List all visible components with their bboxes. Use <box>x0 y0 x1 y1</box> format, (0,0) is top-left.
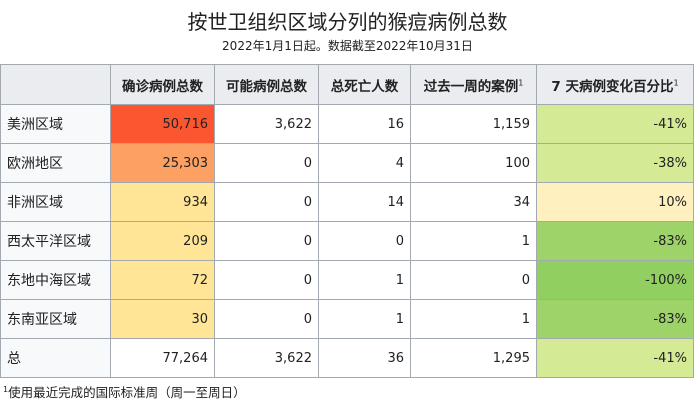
confirmed-cell: 25,303 <box>110 143 215 183</box>
region-name: 总 <box>0 338 111 378</box>
title-block: 按世卫组织区域分列的猴痘病例总数 2022年1月1日起。数据截至2022年10月… <box>0 0 695 62</box>
region-name: 非洲区域 <box>0 182 111 222</box>
change-cell: -41% <box>536 338 694 378</box>
header-7day-change: 7 天病例变化百分比1 <box>536 64 694 105</box>
change-cell: -83% <box>536 221 694 261</box>
deaths-cell: 4 <box>318 143 411 183</box>
table-row: 非洲区域 934 0 14 34 10% <box>0 182 694 222</box>
probable-cell: 0 <box>214 299 319 339</box>
table-row: 美洲区域 50,716 3,622 16 1,159 -41% <box>0 104 694 144</box>
deaths-cell: 0 <box>318 221 411 261</box>
past-week-cell: 100 <box>410 143 537 183</box>
past-week-cell: 1,159 <box>410 104 537 144</box>
deaths-cell: 1 <box>318 260 411 300</box>
region-name: 东南亚区域 <box>0 299 111 339</box>
confirmed-cell: 209 <box>110 221 215 261</box>
table-subtitle: 2022年1月1日起。数据截至2022年10月31日 <box>222 39 473 53</box>
change-cell: -41% <box>536 104 694 144</box>
header-past-week: 过去一周的案例1 <box>410 64 537 105</box>
header-past-week-label: 过去一周的案例 <box>423 78 519 95</box>
probable-cell: 3,622 <box>214 104 319 144</box>
confirmed-cell: 72 <box>110 260 215 300</box>
table-title: 按世卫组织区域分列的猴痘病例总数 <box>187 10 508 34</box>
confirmed-cell: 30 <box>110 299 215 339</box>
table-row: 欧洲地区 25,303 0 4 100 -38% <box>0 143 694 183</box>
header-deaths: 总死亡人数 <box>318 64 411 105</box>
footnote: 1使用最近完成的国际标准周（周一至周日） <box>3 382 246 401</box>
past-week-cell: 34 <box>410 182 537 222</box>
table-row: 东地中海区域 72 0 1 0 -100% <box>0 260 694 300</box>
change-cell: 10% <box>536 182 694 222</box>
past-week-cell: 0 <box>410 260 537 300</box>
region-name: 西太平洋区域 <box>0 221 111 261</box>
change-cell: -100% <box>536 260 694 300</box>
header-corner <box>0 64 111 105</box>
header-probable: 可能病例总数 <box>214 64 319 105</box>
probable-cell: 3,622 <box>214 338 319 378</box>
footnote-text: 使用最近完成的国际标准周（周一至周日） <box>8 385 246 401</box>
change-cell: -83% <box>536 299 694 339</box>
probable-cell: 0 <box>214 221 319 261</box>
past-week-cell: 1 <box>410 221 537 261</box>
table-row: 东南亚区域 30 0 1 1 -83% <box>0 299 694 339</box>
region-name: 东地中海区域 <box>0 260 111 300</box>
table-row: 西太平洋区域 209 0 0 1 -83% <box>0 221 694 261</box>
probable-cell: 0 <box>214 182 319 222</box>
region-name: 美洲区域 <box>0 104 111 144</box>
confirmed-cell: 77,264 <box>110 338 215 378</box>
header-confirmed: 确诊病例总数 <box>110 64 215 105</box>
probable-cell: 0 <box>214 143 319 183</box>
probable-cell: 0 <box>214 260 319 300</box>
footnote-marker: 1 <box>673 78 679 87</box>
deaths-cell: 1 <box>318 299 411 339</box>
deaths-cell: 36 <box>318 338 411 378</box>
past-week-cell: 1,295 <box>410 338 537 378</box>
footnote-marker: 1 <box>518 78 524 87</box>
header-7day-change-label: 7 天病例变化百分比 <box>551 78 674 95</box>
region-name: 欧洲地区 <box>0 143 111 183</box>
past-week-cell: 1 <box>410 299 537 339</box>
header-row: 确诊病例总数 可能病例总数 总死亡人数 过去一周的案例1 7 天病例变化百分比1 <box>0 64 694 105</box>
monkeypox-cases-table: 确诊病例总数 可能病例总数 总死亡人数 过去一周的案例1 7 天病例变化百分比1… <box>0 64 694 378</box>
confirmed-cell: 934 <box>110 182 215 222</box>
deaths-cell: 16 <box>318 104 411 144</box>
deaths-cell: 14 <box>318 182 411 222</box>
total-row: 总 77,264 3,622 36 1,295 -41% <box>0 338 694 378</box>
confirmed-cell: 50,716 <box>110 104 215 144</box>
change-cell: -38% <box>536 143 694 183</box>
